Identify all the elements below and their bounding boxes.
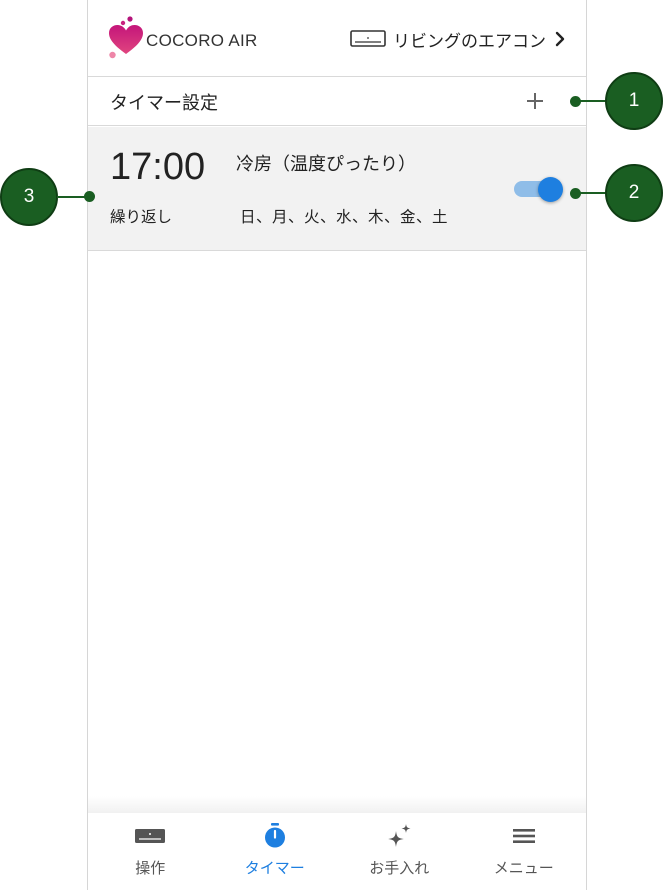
callout-2-leader [575,192,609,194]
repeat-label: 繰り返し [110,208,173,226]
cocoro-logo-icon [109,16,143,59]
device-name: リビングのエアコン [393,31,546,52]
callout-3: 3 [0,168,58,226]
nav-label: お手入れ [369,859,430,877]
add-timer-button[interactable] [524,90,546,112]
nav-item-maintenance[interactable]: お手入れ [337,813,462,890]
callout-1: 1 [605,72,663,130]
phone-screen: COCORO AIR リビングのエアコン タイマー設定 17:00 冷房（温度ぴ… [87,0,587,890]
section-title: タイマー設定 [110,93,218,114]
sparkle-icon [388,824,411,847]
menu-icon [512,829,535,843]
nav-label: 操作 [135,859,166,877]
nav-shadow [88,796,586,814]
aircon-icon [350,30,386,47]
timer-mode: 冷房（温度ぴったり） [236,154,416,175]
app-header: COCORO AIR リビングのエアコン [88,0,586,77]
device-selector[interactable]: リビングのエアコン [350,26,566,52]
nav-item-operation[interactable]: 操作 [88,813,213,890]
timer-enable-toggle[interactable] [512,176,566,202]
nav-label: メニュー [493,859,554,877]
callout-3-dot [84,191,95,202]
nav-item-timer[interactable]: タイマー [213,813,338,890]
timer-list-item[interactable]: 17:00 冷房（温度ぴったり） 繰り返し 日、月、火、水、木、金、土 [88,127,586,251]
repeat-days: 日、月、火、水、木、金、土 [240,208,449,226]
chevron-right-icon [555,31,565,47]
nav-item-menu[interactable]: メニュー [462,813,587,890]
bottom-navigation: 操作 タイマー お手入れ メニュー [88,813,586,890]
aircon-icon [135,829,166,843]
timer-icon [264,823,285,848]
callout-1-leader [575,100,609,102]
toggle-knob [538,177,563,202]
nav-label: タイマー [244,859,305,877]
brand-name: COCORO AIR [146,31,258,50]
timer-time: 17:00 [110,146,206,188]
callout-2: 2 [605,164,663,222]
timer-section-header: タイマー設定 [88,77,586,126]
